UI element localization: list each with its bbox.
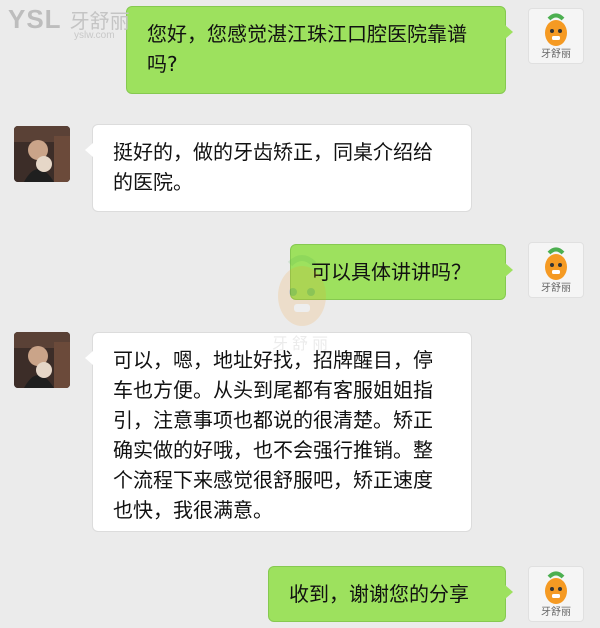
message-text: 挺好的，做的牙齿矫正，同桌介绍给的医院。	[113, 140, 433, 194]
brand-url: yslw.com	[74, 30, 115, 41]
user-photo-avatar	[14, 126, 70, 182]
message-text: 收到，谢谢您的分享	[289, 582, 469, 606]
message-text: 可以具体讲讲吗？	[311, 260, 471, 284]
brand-logo-text: YSL	[8, 4, 62, 34]
message-bubble-outgoing[interactable]: 收到，谢谢您的分享	[268, 566, 513, 622]
message-text: 您好，您感觉湛江珠江口腔医院靠谱吗?	[147, 22, 467, 76]
message-bubble-incoming[interactable]: 可以，嗯，地址好找，招牌醒目，停车也方便。从头到尾都有客服姐姐指引，注意事项也都…	[85, 332, 472, 532]
avatar-label: 牙舒丽	[541, 607, 571, 618]
self-avatar[interactable]: 牙舒丽	[528, 8, 584, 64]
self-avatar[interactable]: 牙舒丽	[528, 566, 584, 622]
other-avatar[interactable]	[14, 126, 70, 182]
message-text: 可以，嗯，地址好找，招牌醒目，停车也方便。从头到尾都有客服姐姐指引，注意事项也都…	[113, 348, 433, 522]
avatar-label: 牙舒丽	[541, 49, 571, 60]
other-avatar[interactable]	[14, 332, 70, 388]
avatar-label: 牙舒丽	[541, 283, 571, 294]
brand-watermark: YSL 牙舒丽 yslw.com	[8, 4, 130, 41]
user-photo-avatar	[14, 332, 70, 388]
self-avatar[interactable]: 牙舒丽	[528, 242, 584, 298]
message-bubble-outgoing[interactable]: 可以具体讲讲吗？	[290, 244, 513, 300]
message-bubble-outgoing[interactable]: 您好，您感觉湛江珠江口腔医院靠谱吗?	[126, 6, 513, 94]
message-bubble-incoming[interactable]: 挺好的，做的牙齿矫正，同桌介绍给的医院。	[85, 124, 472, 212]
